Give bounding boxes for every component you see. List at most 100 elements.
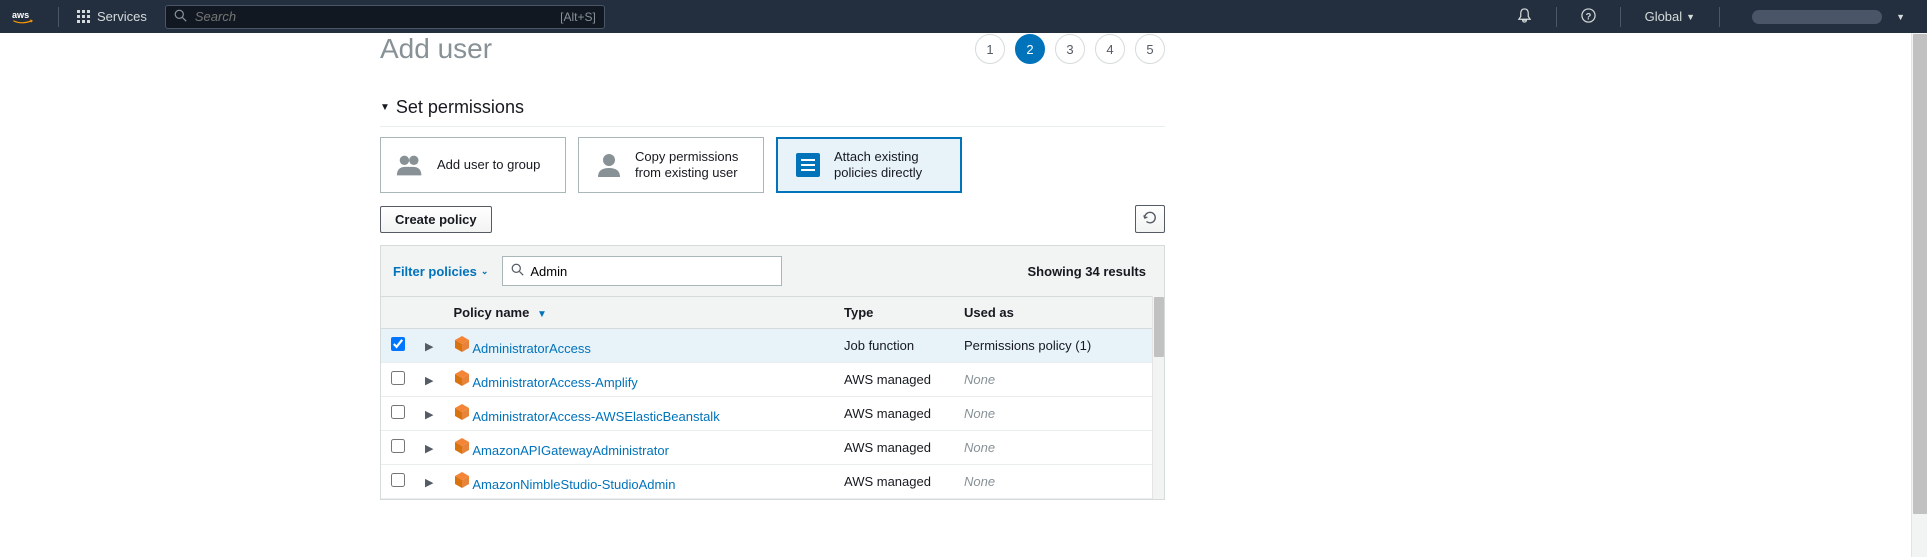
policy-type: Job function [834, 329, 954, 363]
divider [1719, 7, 1720, 27]
policy-box-icon [453, 403, 469, 419]
account-name-redacted [1752, 10, 1882, 24]
permission-option-1[interactable]: Copy permissions from existing user [578, 137, 764, 193]
svg-text:?: ? [1585, 11, 1591, 21]
global-search-input[interactable] [195, 9, 495, 24]
policy-search[interactable] [502, 256, 782, 286]
expand-row-icon[interactable]: ▶ [425, 409, 433, 421]
table-row: ▶ AdministratorAccess-Amplify AWS managed… [381, 363, 1164, 397]
page-title: Add user [380, 33, 492, 65]
row-checkbox[interactable] [391, 337, 405, 351]
wizard-steps: 12345 [975, 34, 1165, 64]
chevron-down-icon: ⌄ [481, 266, 489, 277]
row-checkbox[interactable] [391, 439, 405, 453]
create-policy-button[interactable]: Create policy [380, 206, 492, 233]
policy-name-link[interactable]: AdministratorAccess-AWSElasticBeanstalk [472, 409, 719, 424]
section-header-permissions[interactable]: ▼ Set permissions [380, 89, 1165, 127]
user-icon [593, 149, 625, 181]
policy-name-link[interactable]: AmazonNimbleStudio-StudioAdmin [472, 477, 675, 492]
divider [1556, 7, 1557, 27]
document-icon [792, 149, 824, 181]
caret-down-icon: ▼ [380, 102, 390, 113]
column-expand [415, 297, 443, 329]
global-search[interactable]: [Alt+S] [165, 5, 605, 29]
column-used-as[interactable]: Used as [954, 297, 1164, 329]
permission-option-0[interactable]: Add user to group [380, 137, 566, 193]
policy-box-icon [453, 471, 469, 487]
chevron-down-icon: ▼ [1896, 12, 1905, 22]
section-title: Set permissions [396, 97, 524, 118]
bell-icon [1517, 8, 1532, 26]
refresh-button[interactable] [1135, 205, 1165, 233]
permission-option-label: Attach existing policies directly [834, 149, 946, 180]
results-count: Showing 34 results [1028, 264, 1152, 279]
table-row: ▶ AmazonAPIGatewayAdministrator AWS manag… [381, 431, 1164, 465]
policy-box-icon [453, 369, 469, 385]
policy-used-as: None [954, 431, 1164, 465]
table-row: ▶ AmazonNimbleStudio-StudioAdmin AWS mana… [381, 465, 1164, 499]
top-nav: aws Services [Alt+S] ? Globa [0, 0, 1927, 33]
policy-search-input[interactable] [530, 264, 773, 279]
column-policy-name[interactable]: Policy name ▼ [443, 297, 834, 329]
expand-row-icon[interactable]: ▶ [425, 375, 433, 387]
search-shortcut: [Alt+S] [560, 10, 596, 24]
region-selector[interactable]: Global ▼ [1635, 5, 1706, 28]
permission-option-2[interactable]: Attach existing policies directly [776, 137, 962, 193]
table-row: ▶ AdministratorAccess Job functionPermiss… [381, 329, 1164, 363]
filter-label: Filter policies [393, 264, 477, 279]
policy-type: AWS managed [834, 363, 954, 397]
permission-option-label: Add user to group [437, 157, 540, 173]
search-icon [511, 263, 524, 279]
column-type[interactable]: Type [834, 297, 954, 329]
policy-used-as: None [954, 465, 1164, 499]
row-checkbox[interactable] [391, 473, 405, 487]
divider [1620, 7, 1621, 27]
row-checkbox[interactable] [391, 405, 405, 419]
policy-type: AWS managed [834, 397, 954, 431]
region-label: Global [1645, 9, 1683, 24]
policy-name-link[interactable]: AdministratorAccess-Amplify [472, 375, 637, 390]
wizard-step-5[interactable]: 5 [1135, 34, 1165, 64]
policy-box-icon [453, 335, 469, 351]
svg-text:aws: aws [12, 10, 29, 20]
policy-type: AWS managed [834, 465, 954, 499]
table-scrollbar[interactable] [1152, 296, 1164, 499]
main-content: Add user 12345 ▼ Set permissions Add use… [380, 33, 1165, 500]
permission-option-group: Add user to group Copy permissions from e… [380, 137, 1165, 193]
policy-used-as: None [954, 363, 1164, 397]
services-button[interactable]: Services [69, 5, 155, 28]
policy-name-link[interactable]: AdministratorAccess [472, 341, 590, 356]
permission-option-label: Copy permissions from existing user [635, 149, 749, 180]
wizard-step-1[interactable]: 1 [975, 34, 1005, 64]
aws-logo[interactable]: aws [12, 8, 40, 25]
services-label: Services [97, 9, 147, 24]
policy-used-as: None [954, 397, 1164, 431]
chevron-down-icon: ▼ [1686, 12, 1695, 22]
help-button[interactable]: ? [1571, 2, 1606, 32]
filter-policies-dropdown[interactable]: Filter policies ⌄ [393, 264, 488, 279]
refresh-icon [1143, 211, 1157, 228]
column-checkbox [381, 297, 415, 329]
page-scrollbar[interactable] [1911, 33, 1927, 557]
divider [58, 7, 59, 27]
row-checkbox[interactable] [391, 371, 405, 385]
policy-box-icon [453, 437, 469, 453]
notifications-button[interactable] [1507, 2, 1542, 32]
expand-row-icon[interactable]: ▶ [425, 443, 433, 455]
policy-name-link[interactable]: AmazonAPIGatewayAdministrator [472, 443, 669, 458]
wizard-step-2[interactable]: 2 [1015, 34, 1045, 64]
policy-type: AWS managed [834, 431, 954, 465]
expand-row-icon[interactable]: ▶ [425, 341, 433, 353]
expand-row-icon[interactable]: ▶ [425, 477, 433, 489]
account-menu[interactable]: ▼ [1734, 4, 1915, 30]
grid-icon [77, 10, 91, 24]
policy-filter-panel: Filter policies ⌄ Showing 34 results [380, 245, 1165, 500]
policy-used-as: Permissions policy (1) [954, 329, 1164, 363]
help-icon: ? [1581, 8, 1596, 26]
wizard-step-4[interactable]: 4 [1095, 34, 1125, 64]
policy-table: Policy name ▼ Type Used as ▶ Administrat… [381, 296, 1164, 499]
sort-asc-icon: ▼ [537, 309, 547, 320]
wizard-step-3[interactable]: 3 [1055, 34, 1085, 64]
search-icon [174, 9, 187, 25]
group-icon [395, 149, 427, 181]
